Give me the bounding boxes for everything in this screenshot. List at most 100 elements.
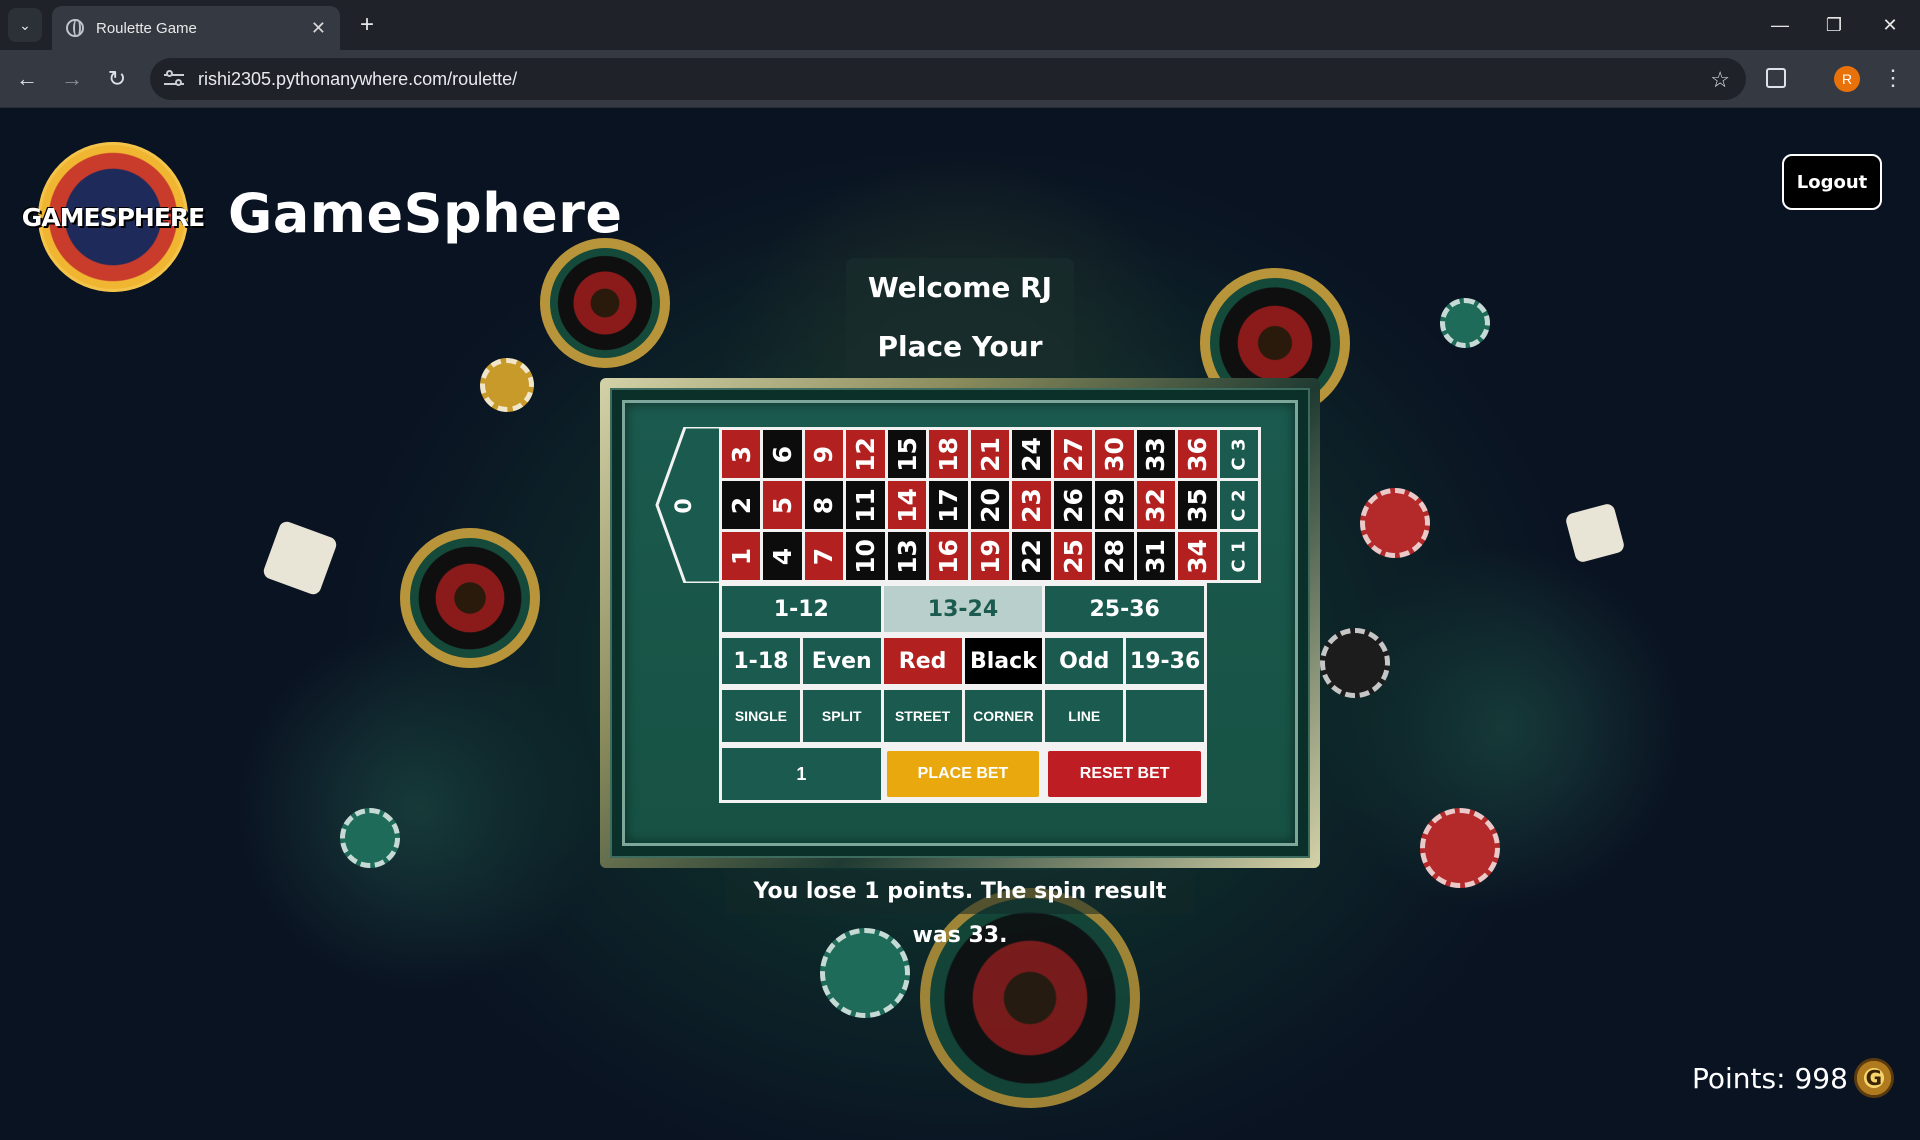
number-cell[interactable]: 6	[763, 430, 802, 478]
dozen-bets-row: 1-12 13-24 25-36	[719, 583, 1207, 635]
number-cell[interactable]: 16	[929, 532, 968, 580]
zero-pocket[interactable]: 0	[655, 425, 725, 585]
number-cell[interactable]: 23	[1012, 481, 1051, 529]
bet-amount-input[interactable]: 1	[722, 748, 881, 800]
number-cell[interactable]: 22	[1012, 532, 1051, 580]
number-cell[interactable]: 14	[887, 481, 927, 529]
number-cell[interactable]: 8	[804, 481, 844, 529]
bet-black[interactable]: Black	[964, 638, 1043, 684]
tab-title: Roulette Game	[96, 19, 197, 37]
close-window-button[interactable]: ✕	[1862, 0, 1918, 50]
welcome-heading: Welcome RJ	[846, 258, 1074, 318]
logo-text: GAMESPHERE	[21, 202, 205, 232]
number-cell[interactable]: 35	[1178, 481, 1217, 529]
number-grid: 3 6 9 12 15 18 21 24 27 30 33 36 C 3 2 5	[719, 427, 1261, 583]
number-cell[interactable]: 36	[1178, 430, 1217, 478]
number-cell[interactable]: 10	[846, 532, 885, 580]
casino-chip-decoration	[1420, 808, 1500, 888]
bet-type-empty	[1126, 690, 1204, 742]
address-bar[interactable]: rishi2305.pythonanywhere.com/roulette/ ☆	[150, 58, 1746, 100]
number-cell[interactable]: 18	[929, 430, 968, 478]
reset-bet-button[interactable]: RESET BET	[1048, 751, 1201, 797]
back-button[interactable]: ←	[10, 62, 44, 96]
column-bet-1[interactable]: C 1	[1219, 532, 1258, 580]
number-cell[interactable]: 29	[1095, 481, 1134, 529]
spin-result-message: You lose 1 points. The spin result was 3…	[726, 870, 1194, 948]
minimize-button[interactable]: —	[1752, 0, 1808, 50]
number-cell[interactable]: 15	[887, 430, 927, 478]
place-bet-button[interactable]: PLACE BET	[886, 751, 1040, 797]
number-cell[interactable]: 19	[970, 532, 1010, 580]
number-cell[interactable]: 2	[722, 481, 761, 529]
number-cell[interactable]: 17	[929, 481, 968, 529]
bet-type-street[interactable]: STREET	[883, 690, 962, 742]
dozen-1-12[interactable]: 1-12	[722, 586, 881, 632]
number-cell[interactable]: 11	[846, 481, 885, 529]
close-tab-icon[interactable]: ✕	[311, 18, 326, 39]
number-cell[interactable]: 20	[970, 481, 1010, 529]
dozen-13-24[interactable]: 13-24	[883, 586, 1043, 632]
reload-button[interactable]: ↻	[100, 62, 134, 96]
bet-type-corner[interactable]: CORNER	[964, 690, 1043, 742]
bookmark-star-icon[interactable]: ☆	[1710, 67, 1730, 93]
restore-button[interactable]: ❐	[1806, 0, 1862, 50]
bet-red[interactable]: Red	[883, 638, 962, 684]
forward-button[interactable]: →	[55, 62, 89, 96]
number-cell[interactable]: 12	[846, 430, 885, 478]
bet-1-18[interactable]: 1-18	[722, 638, 800, 684]
dice-decoration	[1564, 502, 1626, 564]
casino-chip-decoration	[340, 808, 400, 868]
number-cell[interactable]: 4	[763, 532, 802, 580]
number-cell[interactable]: 28	[1095, 532, 1134, 580]
bet-type-row: SINGLE SPLIT STREET CORNER LINE	[719, 687, 1207, 745]
number-cell[interactable]: 1	[722, 532, 761, 580]
bet-type-line[interactable]: LINE	[1045, 690, 1124, 742]
new-tab-button[interactable]: +	[352, 10, 382, 40]
bet-even[interactable]: Even	[802, 638, 881, 684]
logout-button[interactable]: Logout	[1782, 154, 1882, 210]
column-bet-2[interactable]: C 2	[1219, 481, 1258, 529]
bet-19-36[interactable]: 19-36	[1126, 638, 1204, 684]
page-content: GAMESPHERE GameSphere Logout Welcome RJ …	[0, 108, 1920, 1140]
number-cell[interactable]: 13	[887, 532, 927, 580]
number-cell[interactable]: 25	[1053, 532, 1093, 580]
number-cell[interactable]: 7	[804, 532, 844, 580]
number-cell[interactable]: 26	[1053, 481, 1093, 529]
place-your-bet-heading: Place Your Bet	[846, 318, 1074, 421]
casino-chip-decoration	[1440, 298, 1490, 348]
browser-menu-icon[interactable]: ⋮	[1882, 63, 1904, 93]
browser-tabbar: ⌄ Roulette Game ✕ + — ❐ ✕	[0, 0, 1920, 50]
bet-type-split[interactable]: SPLIT	[802, 690, 881, 742]
site-settings-icon[interactable]	[164, 69, 184, 89]
number-cell[interactable]: 21	[970, 430, 1010, 478]
roulette-table-frame: 0 3 6 9 12 15 18 21 24 27 30 33 36 C 3 2…	[600, 378, 1320, 868]
dozen-25-36[interactable]: 25-36	[1045, 586, 1204, 632]
number-cell[interactable]: 30	[1095, 430, 1134, 478]
bet-odd[interactable]: Odd	[1045, 638, 1124, 684]
number-cell[interactable]: 32	[1136, 481, 1176, 529]
column-bet-3[interactable]: C 3	[1219, 430, 1258, 478]
number-cell[interactable]: 27	[1053, 430, 1093, 478]
extensions-icon[interactable]	[1766, 68, 1786, 88]
casino-chip-decoration	[480, 358, 534, 412]
number-cell[interactable]: 34	[1178, 532, 1217, 580]
profile-avatar[interactable]: R	[1834, 66, 1860, 92]
number-cell[interactable]: 5	[763, 481, 802, 529]
points-display: Points: 998 G	[1692, 1058, 1894, 1098]
browser-tab[interactable]: Roulette Game ✕	[52, 6, 340, 50]
brand-title: GameSphere	[228, 182, 623, 245]
number-cell[interactable]: 31	[1136, 532, 1176, 580]
globe-icon	[66, 19, 84, 37]
casino-chip-decoration	[1320, 628, 1390, 698]
number-cell[interactable]: 33	[1136, 430, 1176, 478]
casino-chip-decoration	[820, 928, 910, 1018]
number-cell[interactable]: 24	[1012, 430, 1051, 478]
tab-search-button[interactable]: ⌄	[8, 8, 42, 42]
points-label: Points: 998	[1692, 1061, 1848, 1095]
casino-chip-decoration	[1360, 488, 1430, 558]
number-cell[interactable]: 3	[722, 430, 761, 478]
number-cell[interactable]: 9	[804, 430, 844, 478]
bet-actions-row: 1 PLACE BET RESET BET	[719, 745, 1207, 803]
zero-label: 0	[672, 498, 697, 514]
bet-type-single[interactable]: SINGLE	[722, 690, 800, 742]
